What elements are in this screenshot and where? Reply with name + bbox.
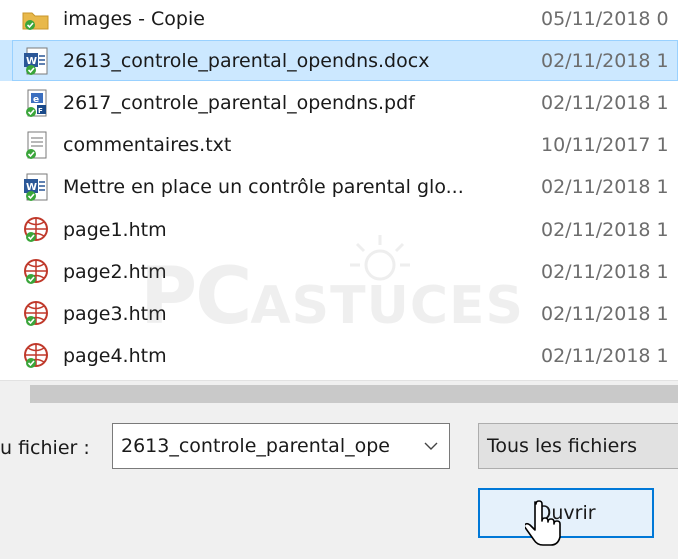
file-row[interactable]: W Mettre en place un contrôle parental g… xyxy=(0,166,678,207)
file-name: 2617_controle_parental_opendns.pdf xyxy=(63,91,415,114)
file-name: page4.htm xyxy=(63,344,167,367)
filename-label: u fichier : xyxy=(0,437,90,459)
file-date: 02/11/2018 1 xyxy=(541,49,669,72)
file-row[interactable]: page1.htm 02/11/2018 1 xyxy=(0,209,678,250)
file-date: 02/11/2018 1 xyxy=(541,218,669,241)
svg-text:F: F xyxy=(38,107,43,115)
filename-value[interactable]: 2613_controle_parental_ope xyxy=(121,435,413,457)
file-list: images - Copie 05/11/2018 0 W 2613_contr… xyxy=(0,0,678,380)
file-date: 02/11/2018 1 xyxy=(541,175,669,198)
file-name: Mettre en place un contrôle parental glo… xyxy=(63,175,464,198)
svg-text:e: e xyxy=(33,95,39,105)
file-date: 02/11/2018 1 xyxy=(541,344,669,367)
word-document-icon: W xyxy=(22,46,50,76)
html-document-icon xyxy=(22,257,50,287)
file-date: 02/11/2018 1 xyxy=(541,91,669,114)
file-date: 02/11/2018 1 xyxy=(541,302,669,325)
html-document-icon xyxy=(22,299,50,329)
html-document-icon xyxy=(22,341,50,371)
file-date: 05/11/2018 0 xyxy=(541,7,669,30)
file-row[interactable]: page4.htm 02/11/2018 1 xyxy=(0,335,678,376)
filename-combobox[interactable]: 2613_controle_parental_ope xyxy=(112,423,450,469)
file-row[interactable]: images - Copie 05/11/2018 0 xyxy=(0,0,678,39)
open-button[interactable]: Ouvrir xyxy=(478,488,654,538)
text-document-icon xyxy=(22,130,50,160)
filetype-dropdown[interactable]: Tous les fichiers xyxy=(478,423,678,469)
pdf-document-icon: e F xyxy=(22,88,50,118)
file-row[interactable]: commentaires.txt 10/11/2017 1 xyxy=(0,124,678,165)
file-name: commentaires.txt xyxy=(63,133,232,156)
word-document-icon: W xyxy=(22,172,50,202)
file-row[interactable]: e F 2617_controle_parental_opendns.pdf 0… xyxy=(0,82,678,123)
chevron-down-icon[interactable] xyxy=(423,438,439,454)
filetype-value: Tous les fichiers xyxy=(487,435,638,457)
file-date: 02/11/2018 1 xyxy=(541,260,669,283)
file-row[interactable]: page3.htm 02/11/2018 1 xyxy=(0,293,678,334)
file-date: 10/11/2017 1 xyxy=(541,133,669,156)
file-name: page2.htm xyxy=(63,260,167,283)
html-document-icon xyxy=(22,215,50,245)
file-name: page1.htm xyxy=(63,218,167,241)
scrollbar-thumb[interactable] xyxy=(30,385,678,403)
horizontal-scrollbar[interactable] xyxy=(0,380,678,407)
folder-icon xyxy=(22,4,50,34)
file-row-selected[interactable]: W 2613_controle_parental_opendns.docx 02… xyxy=(0,40,678,81)
file-name: page3.htm xyxy=(63,302,167,325)
file-name: 2613_controle_parental_opendns.docx xyxy=(63,49,430,72)
file-name: images - Copie xyxy=(63,7,205,30)
file-row[interactable]: page2.htm 02/11/2018 1 xyxy=(0,251,678,292)
